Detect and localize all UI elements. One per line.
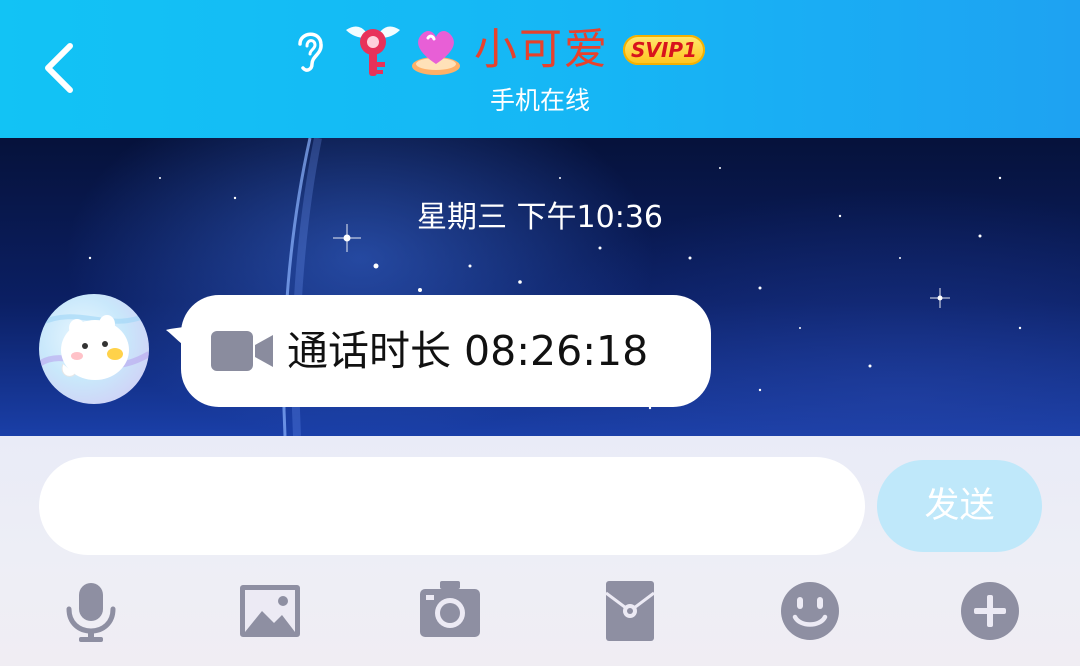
- avatar-image: [39, 311, 149, 380]
- camera-icon[interactable]: [418, 579, 482, 643]
- red-packet-icon[interactable]: [598, 579, 662, 643]
- call-duration-text: 通话时长 08:26:18: [287, 327, 649, 375]
- contact-title[interactable]: 小可爱 SVIP1: [290, 18, 705, 82]
- video-call-message[interactable]: 通话时长 08:26:18: [181, 295, 711, 407]
- heart-icon: [412, 30, 460, 75]
- microphone-icon[interactable]: [59, 579, 123, 643]
- contact-name: 小可爱: [474, 25, 609, 75]
- emoji-icon[interactable]: [778, 579, 842, 643]
- chat-header: 小可爱 SVIP1 手机在线: [0, 0, 1080, 138]
- plus-icon[interactable]: [958, 579, 1022, 643]
- key-icon: [346, 26, 400, 76]
- chat-area: 星期三 下午10:36 通话时长 08:26:18: [0, 138, 1080, 436]
- ear-icon[interactable]: [290, 24, 330, 76]
- svip-badge[interactable]: SVIP1: [623, 35, 705, 65]
- message-timestamp: 星期三 下午10:36: [417, 200, 663, 235]
- video-camera-icon: [211, 331, 273, 371]
- online-status: 手机在线: [489, 86, 590, 115]
- message-input[interactable]: [39, 457, 865, 555]
- image-icon[interactable]: [238, 579, 302, 643]
- input-area: 发送: [0, 436, 1080, 666]
- contact-avatar[interactable]: [39, 294, 149, 404]
- send-button[interactable]: 发送: [877, 460, 1042, 552]
